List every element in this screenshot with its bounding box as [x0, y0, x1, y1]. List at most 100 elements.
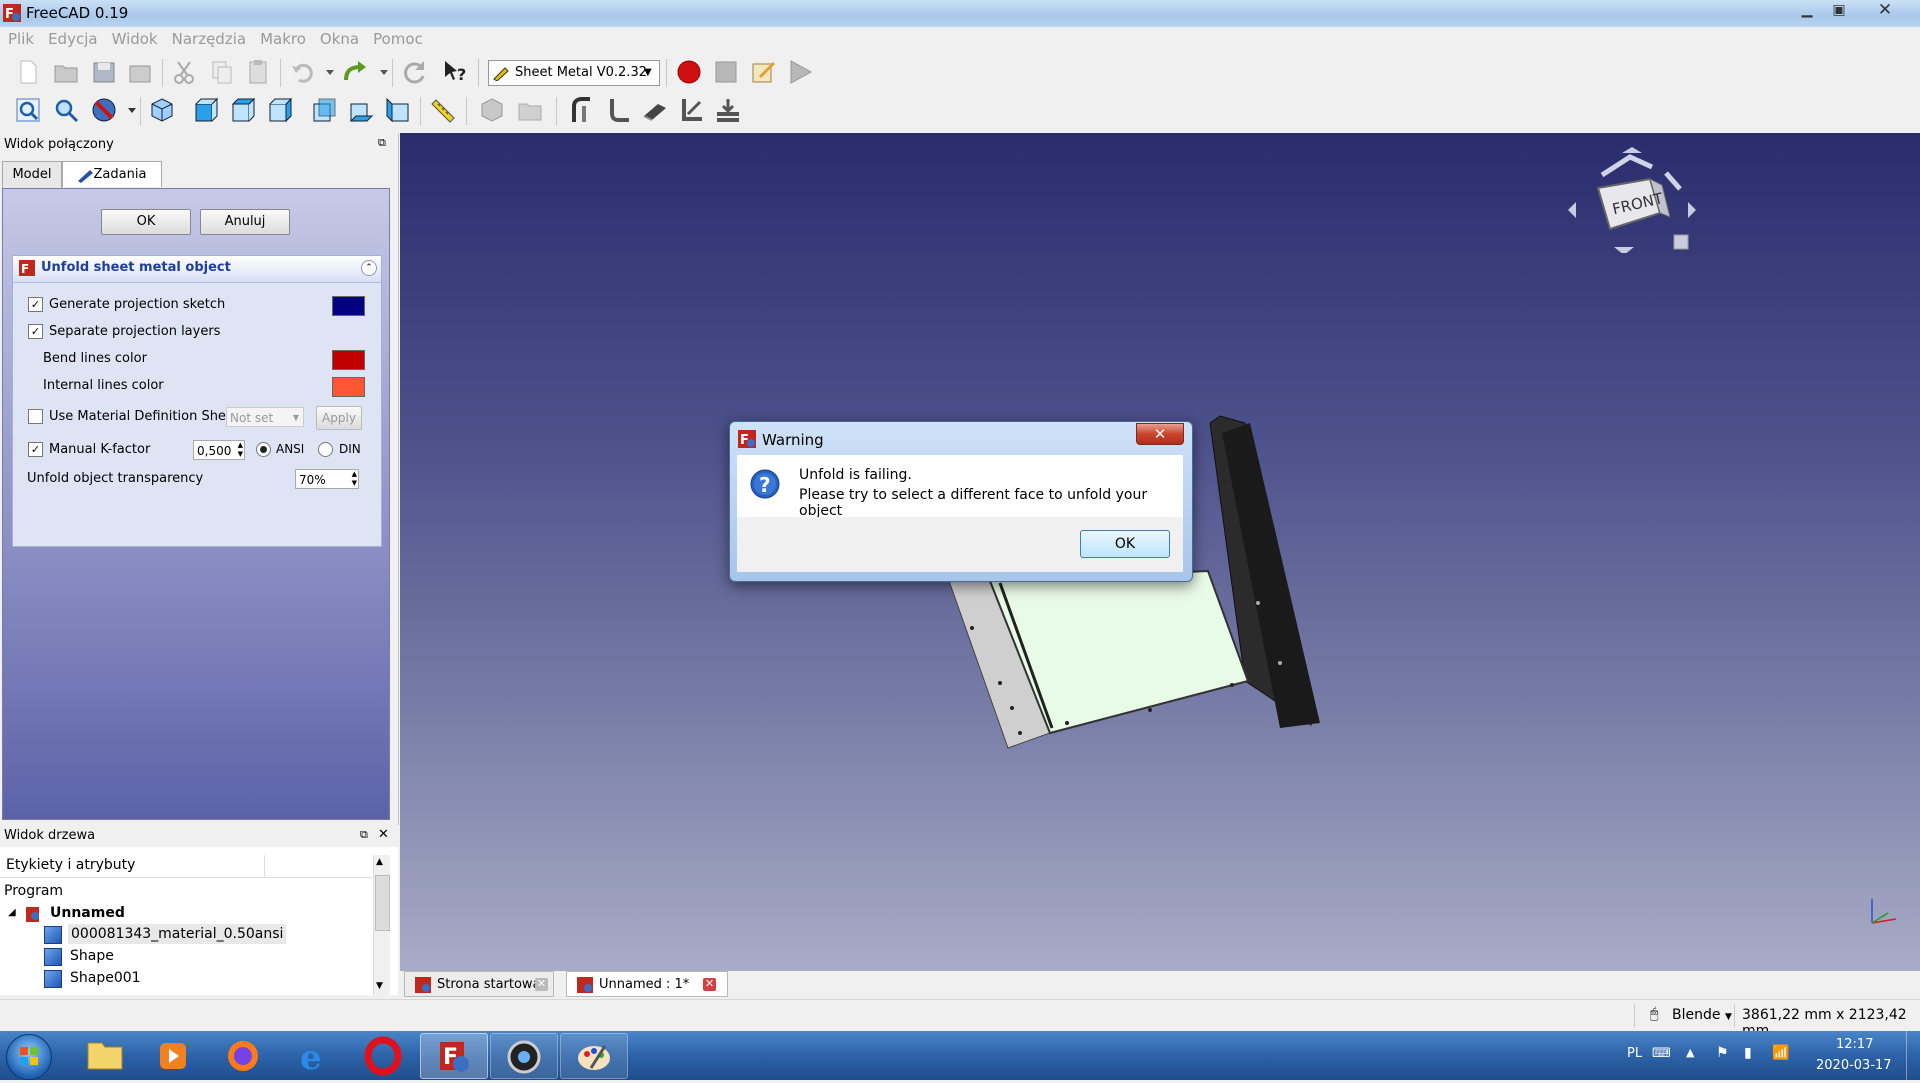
view-rear-icon[interactable] — [310, 96, 338, 124]
fit-selection-icon[interactable] — [52, 96, 80, 124]
start-button[interactable] — [6, 1034, 52, 1080]
extend-face-icon[interactable] — [714, 96, 742, 124]
view-isometric-icon[interactable] — [148, 96, 176, 124]
menu-plik[interactable]: Plik — [0, 27, 40, 48]
menu-okna[interactable]: Okna — [312, 27, 365, 48]
view-bottom-icon[interactable] — [347, 96, 375, 124]
menu-narzedzia[interactable]: Narzędzia — [164, 27, 252, 48]
draw-style-dropdown-icon[interactable] — [118, 96, 136, 124]
dialog-ok-button[interactable]: OK — [1080, 530, 1170, 558]
panel-header[interactable]: F Unfold sheet metal object ⌃ — [13, 256, 381, 283]
view-right-icon[interactable] — [266, 96, 294, 124]
new-document-icon[interactable] — [14, 58, 42, 86]
macro-edit-icon[interactable] — [749, 58, 777, 86]
transparency-spinbox[interactable]: 70% ▲ ▼ — [295, 469, 359, 489]
language-indicator[interactable]: PL — [1627, 1046, 1642, 1061]
dialog-close-button[interactable]: ✕ — [1136, 423, 1184, 445]
opera-taskbar-icon[interactable] — [350, 1033, 416, 1077]
menu-pomoc[interactable]: Pomoc — [365, 27, 429, 48]
internal-color-swatch[interactable] — [332, 377, 365, 397]
measure-distance-icon[interactable] — [428, 96, 456, 124]
workbench-selector[interactable]: Sheet Metal V0.2.32 ▼ — [488, 60, 660, 86]
tree-item[interactable]: Shape — [70, 946, 114, 966]
view-front-icon[interactable] — [192, 96, 220, 124]
bend-color-swatch[interactable] — [332, 350, 365, 370]
freecad-taskbar-icon[interactable]: F — [420, 1033, 488, 1079]
expand-arrow-icon[interactable]: ◢ — [8, 903, 16, 923]
menu-edycja[interactable]: Edycja — [40, 27, 103, 48]
material-sheet-checkbox[interactable] — [28, 409, 43, 424]
add-relief-icon[interactable] — [678, 96, 706, 124]
tree-document[interactable]: Unnamed — [50, 903, 125, 923]
generate-sketch-checkbox[interactable]: ✓ — [28, 297, 43, 312]
create-part-icon[interactable] — [478, 96, 506, 124]
k-factor-spinbox[interactable]: 0,500 ▲ ▼ — [193, 440, 245, 460]
collapse-icon[interactable]: ⌃ — [361, 260, 377, 276]
keyboard-icon[interactable]: ⌨ — [1652, 1046, 1671, 1061]
tree-column-header[interactable]: Etykiety i atrybuty — [0, 855, 372, 878]
view-left-icon[interactable] — [384, 96, 412, 124]
ok-button[interactable]: OK — [101, 209, 191, 235]
fit-all-icon[interactable] — [14, 96, 42, 124]
cancel-button[interactable]: Anuluj — [200, 209, 290, 235]
navigation-style-selector[interactable]: Blende ▼ — [1672, 1007, 1732, 1023]
save-as-icon[interactable] — [126, 58, 154, 86]
tree-item[interactable]: Shape001 — [70, 968, 141, 988]
view-top-icon[interactable] — [229, 96, 257, 124]
din-radio[interactable] — [318, 442, 333, 457]
tab-start-page[interactable]: Strona startowa ✕ — [404, 971, 554, 997]
clock-time[interactable]: 12:17 — [1836, 1037, 1873, 1052]
make-wall-icon[interactable] — [566, 96, 594, 124]
macro-stop-icon[interactable] — [712, 58, 740, 86]
tab-zadania[interactable]: Zadania — [62, 161, 162, 187]
refresh-icon[interactable] — [400, 58, 428, 86]
ansi-radio[interactable] — [256, 442, 271, 457]
menu-makro[interactable]: Makro — [252, 27, 312, 48]
close-icon[interactable]: ✕ — [378, 827, 389, 842]
macro-run-icon[interactable] — [786, 58, 814, 86]
redo-icon[interactable] — [340, 58, 368, 86]
camera-app-taskbar-icon[interactable] — [490, 1033, 558, 1079]
tab-unnamed[interactable]: Unnamed : 1* ✕ — [566, 971, 728, 997]
battery-icon[interactable]: ▮ — [1744, 1045, 1752, 1061]
close-icon[interactable]: ✕ — [703, 978, 716, 991]
show-desktop-button[interactable] — [1906, 1031, 1920, 1080]
paste-icon[interactable] — [244, 58, 272, 86]
material-select[interactable]: Not set ▼ — [226, 407, 304, 427]
minimize-button[interactable]: ▁ — [1792, 0, 1822, 21]
create-group-icon[interactable] — [516, 96, 544, 124]
paint-taskbar-icon[interactable] — [560, 1033, 628, 1079]
separate-layers-checkbox[interactable]: ✓ — [28, 324, 43, 339]
action-center-icon[interactable]: ⚑ — [1716, 1045, 1729, 1061]
tree-scrollbar[interactable]: ▲ ▼ — [373, 855, 390, 995]
save-icon[interactable] — [90, 58, 118, 86]
undock-icon[interactable]: ⧉ — [378, 136, 386, 150]
draw-style-icon[interactable] — [90, 96, 118, 124]
firefox-taskbar-icon[interactable] — [210, 1033, 276, 1077]
cut-icon[interactable] — [170, 58, 198, 86]
undo-dropdown-icon[interactable] — [316, 58, 334, 86]
menu-widok[interactable]: Widok — [104, 27, 164, 48]
network-signal-icon[interactable]: 📶 — [1772, 1045, 1789, 1061]
redo-dropdown-icon[interactable] — [370, 58, 388, 86]
unfold-icon[interactable] — [641, 96, 669, 124]
explorer-taskbar-icon[interactable] — [72, 1033, 138, 1077]
internet-explorer-taskbar-icon[interactable]: e — [280, 1033, 346, 1078]
add-bend-icon[interactable] — [604, 96, 632, 124]
undock-icon[interactable]: ⧉ — [360, 828, 368, 842]
media-player-taskbar-icon[interactable] — [140, 1033, 206, 1077]
clock-date[interactable]: 2020-03-17 — [1816, 1058, 1892, 1073]
navigation-cube[interactable]: FRONT — [1562, 143, 1702, 255]
manual-k-factor-checkbox[interactable]: ✓ — [28, 442, 43, 457]
maximize-button[interactable]: ▣ — [1824, 0, 1854, 21]
open-folder-icon[interactable] — [52, 58, 80, 86]
sketch-color-swatch[interactable] — [332, 296, 365, 316]
close-window-button[interactable]: ✕ — [1870, 0, 1900, 21]
macro-record-icon[interactable] — [675, 58, 703, 86]
tree-item[interactable]: 000081343_material_0.50ansi — [68, 924, 287, 944]
undo-icon[interactable] — [288, 58, 316, 86]
whats-this-icon[interactable]: ? — [442, 58, 470, 86]
apply-button[interactable]: Apply — [316, 406, 362, 430]
copy-icon[interactable] — [208, 58, 236, 86]
close-icon[interactable]: ✕ — [535, 978, 548, 991]
